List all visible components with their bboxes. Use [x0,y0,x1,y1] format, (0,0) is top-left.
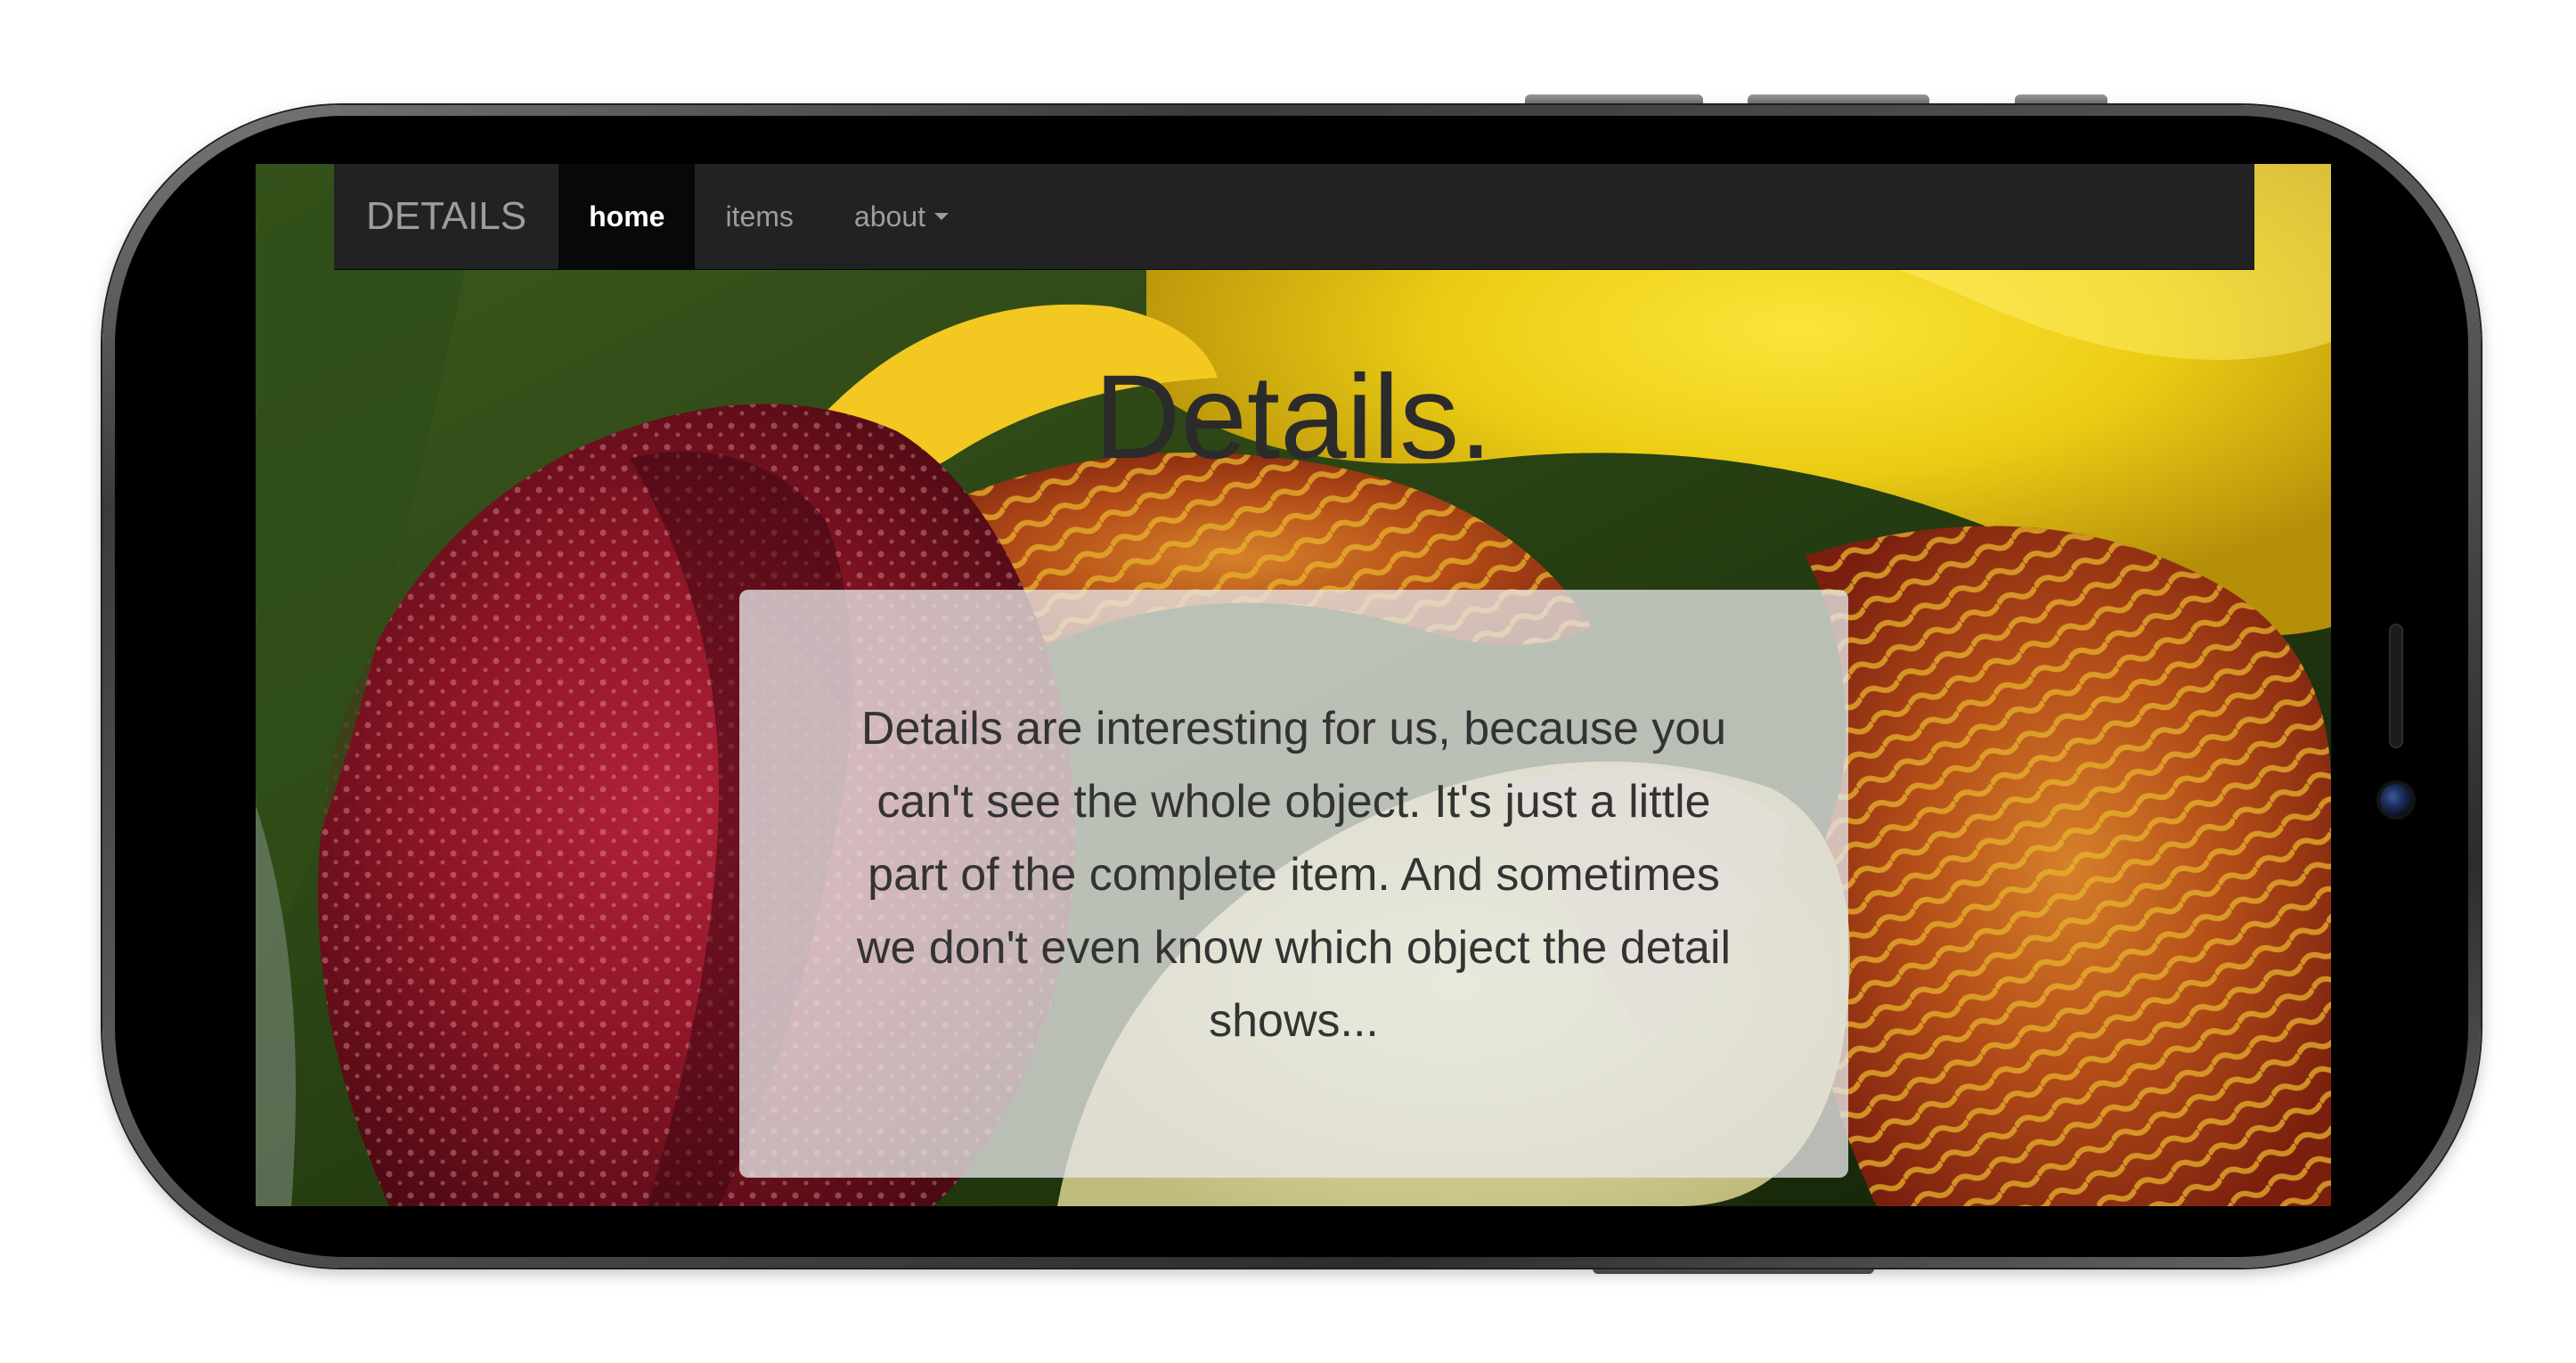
nav-item-items[interactable]: items [695,164,823,269]
caret-down-icon [934,213,949,220]
nav-item-items-label: items [725,200,794,233]
nav-item-about-dropdown[interactable]: about [824,164,979,269]
camera-icon [2380,784,2412,816]
intro-text: Details are interesting for us, because … [856,703,1732,1047]
top-navbar: DETAILS home items about [334,164,2254,270]
nav-item-home[interactable]: home [558,164,696,269]
page-title: Details. [1094,351,1493,484]
device-mockup: DETAILS home items about Details. Detail… [0,0,2576,1363]
intro-box: Details are interesting for us, because … [739,590,1848,1178]
navbar-brand[interactable]: DETAILS [334,164,558,269]
speaker-grille [2389,624,2403,748]
nav-item-about-label: about [853,200,925,233]
phone-screen: DETAILS home items about Details. Detail… [256,164,2331,1206]
nav-item-home-label: home [589,200,665,233]
